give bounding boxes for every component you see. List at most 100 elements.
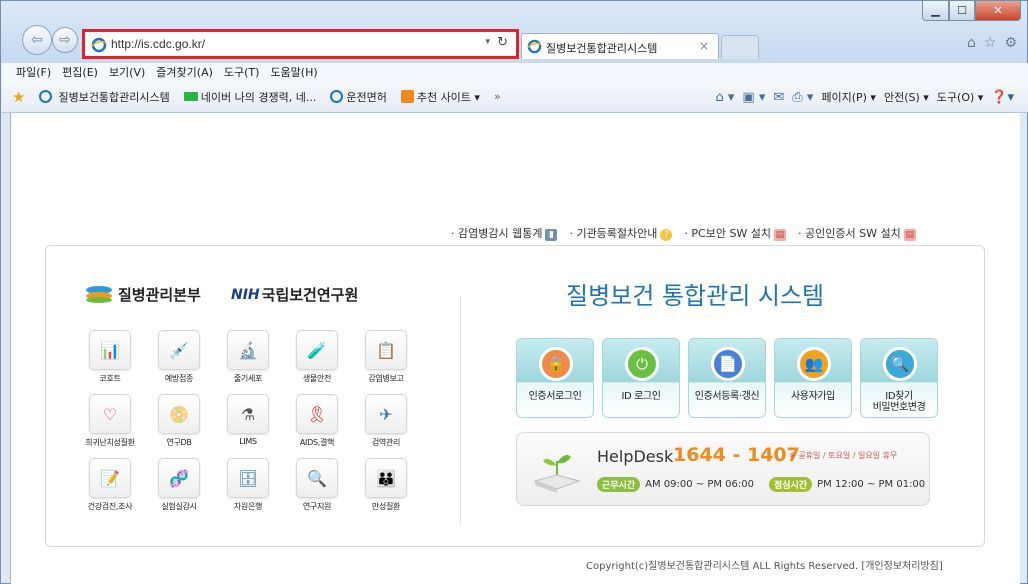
favorites-star-button[interactable]: ★: [12, 88, 25, 106]
helpdesk-note: ※ 공휴일 / 토요일 / 일요일 휴무: [789, 451, 898, 460]
helpdesk-number: 1644 - 1407: [673, 444, 800, 466]
url-text[interactable]: http://is.cdc.go.kr/: [111, 37, 205, 51]
address-bar[interactable]: http://is.cdc.go.kr/ ▾ ↻: [82, 29, 519, 59]
app-item[interactable]: 📊 코호트: [84, 330, 136, 384]
tab-active[interactable]: 질병보건통합관리시스템 ×: [521, 33, 719, 59]
app-label: AIDS,결핵: [299, 438, 335, 447]
system-title: 질병보건 통합관리 시스템: [566, 282, 825, 310]
app-icon[interactable]: 👪: [365, 458, 407, 498]
app-item[interactable]: ⚗ LIMS: [222, 394, 274, 448]
app-icon[interactable]: 🎗: [296, 394, 338, 434]
app-item[interactable]: 📝 건강검진,조사: [84, 458, 136, 512]
menu-tools[interactable]: 도구(T): [224, 64, 260, 80]
forward-button[interactable]: ⇨: [52, 27, 78, 53]
app-icon[interactable]: ✈: [365, 394, 407, 434]
rss-icon[interactable]: ▣ ▾: [742, 90, 765, 105]
app-icon[interactable]: 📋: [365, 330, 407, 370]
chevron-more-icon[interactable]: »: [494, 90, 501, 103]
favorites-bar: ★ 질병보건통합관리시스템 네이버 나의 경쟁력, 네... 운전면허 추천 사…: [2, 81, 1028, 113]
kcdc-swoosh-icon: [86, 285, 112, 304]
app-icon[interactable]: 🔬: [227, 330, 269, 370]
app-icon[interactable]: 🗄: [227, 458, 269, 498]
menu-tools-cmd[interactable]: 도구(O) ▾: [937, 89, 984, 105]
app-item[interactable]: 🎗 AIDS,결핵: [291, 394, 343, 448]
link-cert-sw[interactable]: · 공인인증서 SW 설치 ▤: [798, 225, 916, 241]
menu-help[interactable]: 도움말(H): [270, 64, 317, 80]
nih-mark: NIH: [231, 286, 260, 303]
favorite-label: 추천 사이트 ▾: [416, 90, 480, 104]
menu-view[interactable]: 보기(V): [109, 64, 145, 80]
help-icon: ?: [660, 229, 673, 241]
helpdesk-box: HelpDesk 1644 - 1407 ※ 공휴일 / 토요일 / 일요일 휴…: [516, 432, 930, 506]
app-icon[interactable]: ⚗: [227, 394, 269, 434]
favorite-label: 질병보건통합관리시스템: [58, 90, 170, 104]
action-label: 인증서로그인: [528, 391, 582, 402]
refresh-icon[interactable]: ↻: [497, 35, 508, 50]
app-icon[interactable]: 💉: [158, 330, 200, 370]
favorite-label: 운전면허: [346, 90, 387, 104]
favorite-item[interactable]: 운전면허: [330, 89, 387, 105]
app-item[interactable]: 🧬 실험실감시: [153, 458, 205, 512]
nih-logo: NIH 국립보건연구원: [231, 284, 358, 305]
kcdc-name: 질병관리본부: [118, 286, 201, 304]
action-buttons: 🔒 인증서로그인 ⏻ ID 로그인 📄 인증서등록·갱신 👥 사용자가입 🔍 ID찾기 비밀번호변…: [516, 338, 938, 418]
app-icon[interactable]: 🔍: [296, 458, 338, 498]
action-button[interactable]: 🔍 ID찾기 비밀번호변경: [860, 338, 938, 418]
minimize-button[interactable]: ▁: [922, 1, 949, 21]
app-icon[interactable]: 📀: [158, 394, 200, 434]
app-label: 희귀난치성질환: [85, 438, 135, 447]
favorite-item[interactable]: 네이버 나의 경쟁력, 네...: [183, 89, 316, 105]
new-tab-button[interactable]: [721, 35, 759, 59]
help-icon[interactable]: ❓▾: [991, 90, 1014, 105]
action-button[interactable]: 🔒 인증서로그인: [516, 338, 594, 418]
menu-page[interactable]: 페이지(P) ▾: [821, 89, 876, 105]
app-item[interactable]: 🧪 생물안전: [291, 330, 343, 384]
app-icon[interactable]: 📊: [89, 330, 131, 370]
app-item[interactable]: 👪 만성질환: [360, 458, 412, 512]
app-item[interactable]: 🔍 연구지원: [291, 458, 343, 512]
app-item[interactable]: 🗄 자원은행: [222, 458, 274, 512]
link-surveillance-stats[interactable]: · 감염병감시 웹통계 ▮: [451, 225, 558, 241]
app-item[interactable]: 📀 연구DB: [153, 394, 205, 448]
app-label: 코호트: [99, 374, 121, 383]
home-icon[interactable]: ⌂: [967, 35, 976, 51]
tab-close-icon[interactable]: ×: [699, 39, 709, 53]
ie-icon: [91, 37, 107, 53]
menu-file[interactable]: 파일(F): [16, 64, 51, 80]
action-icon: 🔍: [883, 347, 917, 381]
favorite-item[interactable]: 추천 사이트 ▾: [400, 89, 480, 105]
app-icon[interactable]: 🧬: [158, 458, 200, 498]
action-button[interactable]: ⏻ ID 로그인: [602, 338, 680, 418]
work-hours-badge: 근무시간: [597, 477, 641, 492]
maximize-button[interactable]: ☐: [949, 1, 975, 21]
app-label: 연구지원: [302, 502, 332, 511]
close-button[interactable]: ✕: [975, 1, 1021, 21]
app-icon[interactable]: ♡: [89, 394, 131, 434]
print-icon[interactable]: ⎙ ▾: [792, 90, 813, 105]
app-item[interactable]: ♡ 희귀난치성질환: [84, 394, 136, 448]
menu-edit[interactable]: 편집(E): [62, 64, 98, 80]
action-button[interactable]: 📄 인증서등록·갱신: [688, 338, 766, 418]
favorite-item[interactable]: 질병보건통합관리시스템: [39, 89, 170, 105]
dropdown-icon[interactable]: ▾: [485, 37, 490, 47]
mail-icon[interactable]: ✉: [773, 90, 784, 105]
app-item[interactable]: 📋 감염병보고: [360, 330, 412, 384]
home-icon[interactable]: ⌂ ▾: [716, 90, 735, 105]
gear-icon[interactable]: ⚙: [1004, 35, 1017, 51]
ie-icon: [527, 39, 542, 54]
window-controls: ▁ ☐ ✕: [922, 1, 1021, 21]
app-icon[interactable]: 📝: [89, 458, 131, 498]
app-item[interactable]: 🔬 줄기세포: [222, 330, 274, 384]
app-icon[interactable]: 🧪: [296, 330, 338, 370]
app-item[interactable]: ✈ 검역관리: [360, 394, 412, 448]
apps-grid: 📊 코호트 💉 예방접종 🔬 줄기세포 🧪 생물안전 📋 감염병보고 ♡ 희귀난치성질환 📀 연구DB ⚗ L…: [84, 330, 412, 512]
back-button[interactable]: ⇦: [22, 25, 52, 55]
menu-safety[interactable]: 안전(S) ▾: [884, 89, 929, 105]
star-icon[interactable]: ☆: [984, 35, 997, 51]
action-button[interactable]: 👥 사용자가입: [774, 338, 852, 418]
link-registration-guide[interactable]: · 기관등록절차안내?: [569, 225, 673, 241]
menu-favorites[interactable]: 즐겨찾기(A): [156, 64, 213, 80]
link-pc-security[interactable]: · PC보안 SW 설치 ▤: [684, 225, 787, 241]
app-item[interactable]: 💉 예방접종: [153, 330, 205, 384]
app-label: LIMS: [239, 437, 257, 446]
